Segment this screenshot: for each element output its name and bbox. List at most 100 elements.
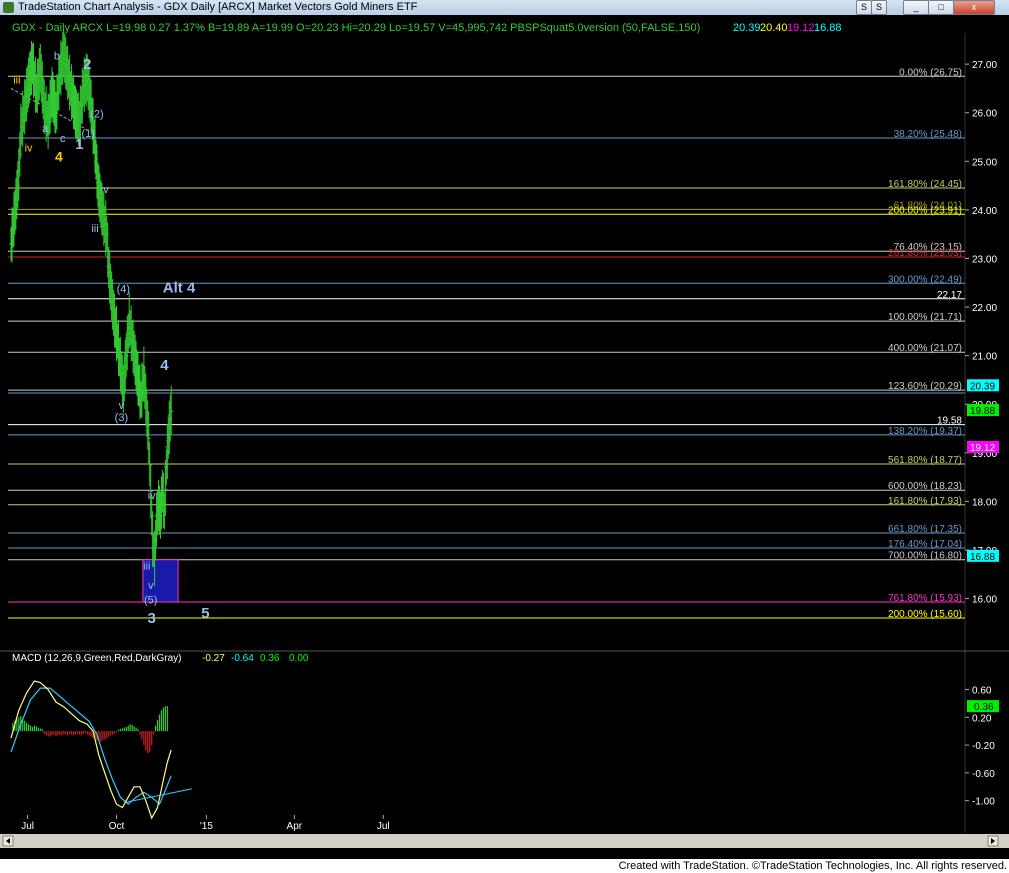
macd-histogram-bar [125, 726, 127, 732]
macd-axis-tag-label: 0.36 [974, 702, 994, 713]
x-tick-label: Jul [377, 821, 390, 832]
macd-histogram-bar [27, 724, 30, 732]
macd-histogram-bar [76, 731, 79, 734]
wave-label: 2 [83, 56, 91, 73]
macd-histogram-bar [43, 731, 45, 734]
wave-label: iii [91, 223, 98, 235]
copyright-text: Created with TradeStation. ©TradeStation… [618, 860, 1007, 872]
minimize-button[interactable]: _ [903, 0, 929, 15]
macd-histogram-bar [154, 725, 157, 732]
macd-histogram-bar [74, 731, 77, 735]
macd-histogram-bar [143, 731, 145, 746]
macd-histogram-bar [129, 724, 131, 732]
scrollbar-track[interactable] [0, 834, 1009, 848]
fib-label: 100.00% (21.71) [888, 312, 962, 323]
x-tick-label: Apr [287, 821, 303, 832]
macd-histogram-bar [166, 706, 168, 732]
fib-label: 561.80% (18.77) [888, 455, 962, 466]
wave-label: (2) [90, 109, 103, 121]
fib-label: 0.00% (26.75) [899, 67, 962, 78]
s-button-2-label: S [875, 2, 882, 12]
macd-histogram-bar [51, 731, 53, 736]
macd-histogram-bar [164, 706, 166, 732]
price-axis-tag-label: 16.88 [970, 552, 995, 563]
macd-histogram-bar [112, 731, 114, 735]
fib-label: 700.00% (16.80) [888, 551, 962, 562]
close-icon: x [971, 2, 977, 12]
macd-histogram-bar [135, 727, 137, 732]
wave-label: Alt 4 [163, 279, 196, 296]
wave-label: v [119, 400, 125, 412]
tradestation-app-icon [3, 2, 14, 13]
macd-label: MACD (12,26,9,Green,Red,DarkGray) [12, 653, 182, 664]
macd-histogram-bar [72, 731, 75, 736]
wave-label: (4) [117, 283, 130, 295]
macd-tick-label: -0.20 [972, 741, 995, 752]
fib-label: 661.80% (17.35) [888, 524, 962, 535]
macd-histogram-bar [29, 725, 32, 732]
maximize-button[interactable]: □ [928, 0, 954, 15]
fib-label: 261.80% (23.03) [888, 248, 962, 259]
macd-tick-label: 0.20 [972, 713, 992, 724]
wave-label: 3 [148, 610, 156, 627]
macd-histogram-bar [59, 731, 61, 735]
price-axis-tag-label: 20.39 [970, 381, 995, 392]
fib-label: 761.80% (15.93) [888, 593, 962, 604]
wave-label: c [60, 133, 66, 145]
price-tick-label: 25.00 [972, 157, 997, 168]
price-tick-label: 23.00 [972, 254, 997, 265]
macd-histogram-bar [55, 731, 57, 737]
macd-histogram-bar [35, 726, 38, 732]
wave-label: (3) [115, 412, 128, 424]
x-tick-label: '15 [200, 821, 213, 832]
fib-label: 300.00% (22.49) [888, 274, 962, 285]
macd-histogram-bar [131, 724, 133, 732]
macd-histogram-bar [100, 731, 102, 742]
macd-histogram-bar [53, 731, 55, 735]
fib-label: 38.20% (25.48) [894, 129, 962, 140]
macd-histogram-bar [26, 722, 28, 732]
macd-histogram-bar [86, 731, 88, 735]
macd-histogram-bar [123, 727, 125, 732]
macd-histogram-bar [119, 729, 122, 732]
x-tick-label: Jul [21, 821, 34, 832]
macd-histogram-bar [82, 731, 84, 734]
wave-label: (1) [81, 128, 94, 140]
wave-label: iv [101, 184, 109, 196]
wave-label: 4 [160, 357, 169, 374]
macd-histogram-bar [108, 731, 110, 737]
price-tick-label: 24.00 [972, 206, 997, 217]
fib-label: 400.00% (21.07) [888, 343, 962, 354]
price-tick-label: 16.00 [972, 595, 997, 606]
s-button-1[interactable]: S [856, 0, 872, 15]
window-titlebar: TradeStation Chart Analysis - GDX Daily … [0, 0, 1009, 16]
macd-histogram-bar [149, 731, 151, 753]
macd-histogram-bar [31, 726, 34, 732]
macd-histogram-bar [113, 731, 116, 734]
macd-histogram-bar [151, 731, 153, 746]
maximize-icon: □ [938, 2, 944, 12]
macd-histogram-bar [102, 731, 104, 741]
indicator-value: 20.40 [760, 22, 788, 34]
macd-histogram-bar [88, 731, 90, 736]
macd-histogram-bar [67, 731, 69, 736]
macd-histogram-bar [137, 729, 139, 732]
close-button[interactable]: x [953, 0, 995, 15]
wave-label: iii [143, 560, 150, 572]
fib-label: 123.60% (20.29) [888, 381, 962, 392]
minimize-icon: _ [913, 2, 919, 12]
s-button-2[interactable]: S [871, 0, 887, 15]
wave-label: a [42, 123, 49, 135]
horizontal-scrollbar[interactable] [0, 834, 1009, 848]
macd-histogram-bar [115, 731, 118, 733]
macd-histogram-bar [104, 731, 106, 740]
window-title: TradeStation Chart Analysis - GDX Daily … [18, 1, 418, 13]
fib-label: 161.80% (17.93) [888, 496, 962, 507]
macd-histogram-bar [145, 731, 147, 751]
macd-histogram-bar [61, 731, 63, 736]
macd-histogram-bar [141, 731, 143, 740]
wave-label: iv [148, 490, 156, 502]
wave-label: iii [13, 75, 20, 87]
macd-histogram-bar [121, 728, 123, 732]
macd-histogram-bar [47, 731, 49, 737]
